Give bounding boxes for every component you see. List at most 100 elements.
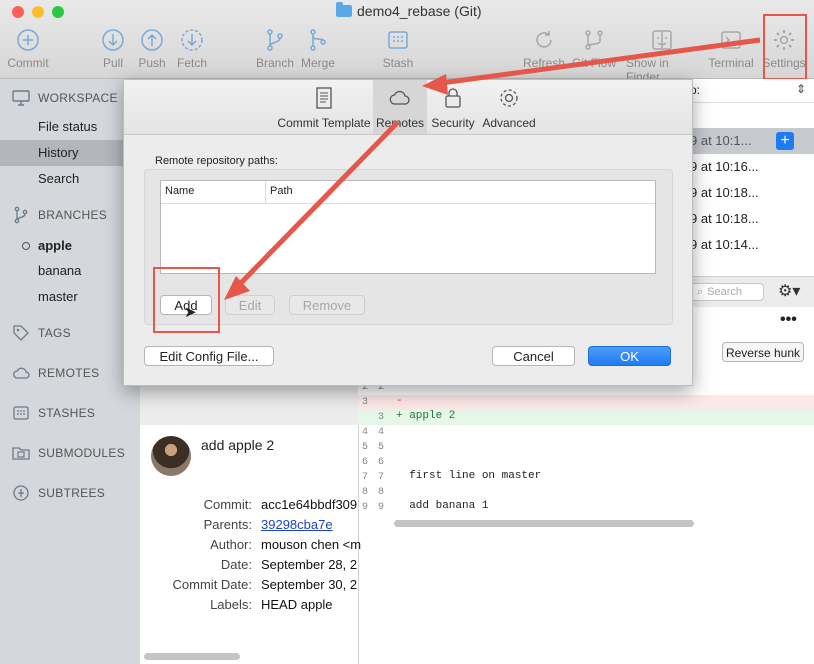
branch-icon bbox=[267, 29, 283, 51]
sidebar-section-branches[interactable]: BRANCHES bbox=[12, 206, 107, 224]
sidebar-item-file-status[interactable]: File status bbox=[0, 114, 140, 140]
date-label: Date: bbox=[220, 557, 252, 572]
commit-label: Commit bbox=[7, 56, 49, 70]
fetch-button[interactable]: Fetch bbox=[162, 28, 222, 70]
remotes-heading: REMOTES bbox=[38, 366, 100, 380]
parent-hash-link[interactable]: 39298cba7e bbox=[261, 517, 333, 532]
tab-commit-template[interactable]: Commit Template bbox=[276, 80, 372, 134]
edit-remote-button[interactable]: Edit bbox=[225, 295, 275, 315]
dialog-tab-bar: Commit Template Remotes Security Advance… bbox=[124, 80, 692, 135]
table-row[interactable]: 9 at 10:18... bbox=[690, 211, 759, 226]
tab-security[interactable]: Security bbox=[427, 80, 479, 134]
old-line-number: 4 bbox=[362, 427, 369, 438]
sidebar-item-label: Search bbox=[38, 171, 80, 186]
sidebar-section-subtrees[interactable]: SUBTREES bbox=[12, 484, 105, 502]
git-flow-button[interactable]: Git Flow bbox=[564, 28, 624, 70]
tab-label: Security bbox=[431, 116, 475, 130]
sidebar-section-tags[interactable]: TAGS bbox=[12, 324, 71, 342]
old-line-number: 3 bbox=[362, 397, 369, 408]
git-flow-label: Git Flow bbox=[571, 56, 616, 70]
current-branch-icon bbox=[22, 242, 30, 250]
commit-label: Commit: bbox=[203, 497, 252, 512]
old-line-number: 5 bbox=[362, 442, 369, 453]
tab-remotes[interactable]: Remotes bbox=[373, 80, 427, 134]
section-label: Remote repository paths: bbox=[155, 155, 278, 167]
column-divider bbox=[265, 181, 266, 203]
mouse-cursor-icon: ➤ bbox=[184, 304, 197, 321]
stash-icon bbox=[13, 406, 29, 420]
sidebar-item-branch-apple[interactable]: apple bbox=[0, 233, 140, 259]
terminal-icon bbox=[721, 31, 741, 49]
remotes-table[interactable]: Name Path bbox=[160, 180, 656, 274]
close-window-button[interactable] bbox=[12, 6, 24, 18]
terminal-button[interactable]: Terminal bbox=[701, 28, 761, 70]
fetch-icon bbox=[181, 29, 203, 51]
column-header-path[interactable]: Path bbox=[270, 185, 293, 197]
minimize-window-button[interactable] bbox=[32, 6, 44, 18]
commit-button[interactable]: Commit bbox=[0, 28, 58, 70]
annotation-highlight-settings bbox=[763, 14, 807, 80]
commit-date-value: September 30, 2 bbox=[261, 577, 358, 592]
toolbar: demo4_rebase (Git) Commit Pull Push Fetc… bbox=[0, 0, 814, 84]
fetch-label: Fetch bbox=[176, 56, 207, 70]
merge-button[interactable]: Merge bbox=[288, 28, 348, 70]
stash-button[interactable]: Stash bbox=[368, 28, 428, 70]
sidebar-section-stashes[interactable]: STASHES bbox=[12, 404, 95, 422]
more-options-icon[interactable]: ••• bbox=[780, 311, 797, 329]
old-line-number: 8 bbox=[362, 487, 369, 498]
cancel-button[interactable]: Cancel bbox=[492, 346, 575, 366]
cloud-icon bbox=[13, 367, 30, 379]
table-row[interactable]: 9 at 10:14... bbox=[690, 237, 759, 252]
diff-line-text: first line on master bbox=[396, 470, 542, 482]
search-placeholder: Search bbox=[707, 286, 743, 298]
window-title-text: demo4_rebase (Git) bbox=[357, 3, 482, 19]
refresh-label: Refresh bbox=[522, 56, 566, 70]
labels-value: HEAD apple bbox=[261, 597, 333, 612]
table-row[interactable]: 9 at 10:18... bbox=[690, 185, 759, 200]
column-header-name[interactable]: Name bbox=[165, 185, 194, 197]
new-line-number: 7 bbox=[378, 472, 385, 483]
show-in-finder-button[interactable]: Show in Finder bbox=[626, 28, 698, 84]
history-filter-bar[interactable]: o: ⇕ bbox=[690, 80, 814, 103]
remove-remote-button[interactable]: Remove bbox=[289, 295, 365, 315]
push-icon bbox=[141, 29, 163, 51]
repository-settings-dialog: Commit Template Remotes Security Advance… bbox=[123, 79, 693, 386]
author-value: mouson chen <m bbox=[261, 537, 362, 552]
new-line-number: 9 bbox=[378, 502, 385, 513]
search-input[interactable]: ⌕ Search bbox=[690, 283, 764, 301]
diff-line-text: - bbox=[396, 395, 403, 407]
table-row-selected[interactable]: 9 at 10:1... + bbox=[690, 128, 814, 154]
git-flow-icon bbox=[585, 30, 603, 50]
ok-button[interactable]: OK bbox=[588, 346, 671, 366]
sidebar-item-search[interactable]: Search bbox=[0, 166, 140, 192]
zoom-window-button[interactable] bbox=[52, 6, 64, 18]
edit-config-file-button[interactable]: Edit Config File... bbox=[144, 346, 274, 366]
diff-removed-line bbox=[358, 395, 814, 410]
merge-label: Merge bbox=[300, 56, 335, 70]
table-row[interactable]: 9 at 10:16... bbox=[690, 159, 759, 174]
horizontal-scrollbar[interactable] bbox=[394, 520, 694, 527]
tab-advanced[interactable]: Advanced bbox=[479, 80, 539, 134]
new-line-number: 8 bbox=[378, 487, 385, 498]
tags-heading: TAGS bbox=[38, 326, 71, 340]
sidebar-item-history[interactable]: History bbox=[0, 140, 140, 166]
cloud-icon bbox=[389, 90, 410, 105]
sidebar-item-branch-banana[interactable]: banana bbox=[0, 258, 140, 284]
horizontal-scrollbar[interactable] bbox=[144, 653, 240, 660]
diff-line-text: add banana 1 bbox=[396, 500, 489, 512]
commit-date-label: Commit Date: bbox=[172, 577, 252, 592]
tag-icon bbox=[13, 325, 29, 341]
sidebar-item-label: banana bbox=[38, 263, 82, 278]
sidebar: WORKSPACE File status History Search BRA… bbox=[0, 79, 140, 664]
add-icon[interactable]: + bbox=[776, 132, 794, 150]
new-line-number: 5 bbox=[378, 442, 385, 453]
sidebar-section-remotes[interactable]: REMOTES bbox=[12, 364, 99, 382]
gear-dropdown-icon[interactable]: ⚙▾ bbox=[778, 281, 800, 301]
reverse-hunk-button[interactable]: Reverse hunk bbox=[722, 342, 804, 362]
sidebar-item-branch-master[interactable]: master bbox=[0, 284, 140, 310]
stash-icon bbox=[388, 31, 408, 49]
sidebar-section-workspace[interactable]: WORKSPACE bbox=[12, 89, 118, 107]
sidebar-section-submodules[interactable]: SUBMODULES bbox=[12, 444, 125, 462]
new-line-number: 4 bbox=[378, 427, 385, 438]
subtree-icon bbox=[13, 485, 29, 501]
